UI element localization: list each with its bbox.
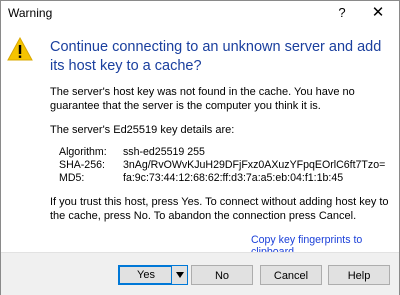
window-title: Warning: [8, 6, 53, 20]
warning-icon: [7, 37, 33, 61]
no-button[interactable]: No: [191, 265, 253, 285]
key-detail-label: MD5:: [59, 172, 85, 184]
key-detail-sha256: SHA-256: 3nAg/RvOWvKJuH29DFjFxz0AXuzYFpqE…: [59, 159, 385, 172]
key-detail-value: 3nAg/RvOWvKJuH29DFjFxz0AXuzYFpqEOrlC6ft7…: [123, 159, 386, 171]
key-detail-algorithm: Algorithm: ssh-ed25519 255: [59, 146, 205, 159]
cancel-button[interactable]: Cancel: [260, 265, 322, 285]
chevron-down-icon[interactable]: [171, 266, 187, 284]
key-detail-label: SHA-256:: [59, 159, 105, 171]
key-details-intro: The server's Ed25519 key details are:: [50, 124, 235, 136]
dialog-heading: Continue connecting to an unknown server…: [50, 39, 382, 74]
warning-dialog: Warning ? ✕ Continue connecting to an un…: [0, 0, 400, 295]
key-detail-label: Algorithm:: [59, 146, 107, 158]
help-button[interactable]: Help: [328, 265, 390, 285]
yes-split-button[interactable]: Yes: [118, 265, 188, 285]
button-bar: Yes No Cancel Help: [1, 252, 399, 295]
help-icon[interactable]: ?: [327, 1, 357, 25]
key-detail-value: ssh-ed25519 255: [123, 146, 205, 158]
trust-instructions: If you trust this host, press Yes. To co…: [50, 196, 389, 222]
warning-message: The server's host key was not found in t…: [50, 86, 355, 112]
close-icon[interactable]: ✕: [363, 1, 393, 25]
title-bar[interactable]: Warning ? ✕: [1, 1, 399, 25]
yes-button[interactable]: Yes: [119, 266, 173, 284]
key-detail-value: fa:9c:73:44:12:68:62:ff:d3:7a:a5:eb:04:f…: [123, 172, 344, 184]
key-detail-md5: MD5: fa:9c:73:44:12:68:62:ff:d3:7a:a5:eb:…: [59, 172, 343, 185]
